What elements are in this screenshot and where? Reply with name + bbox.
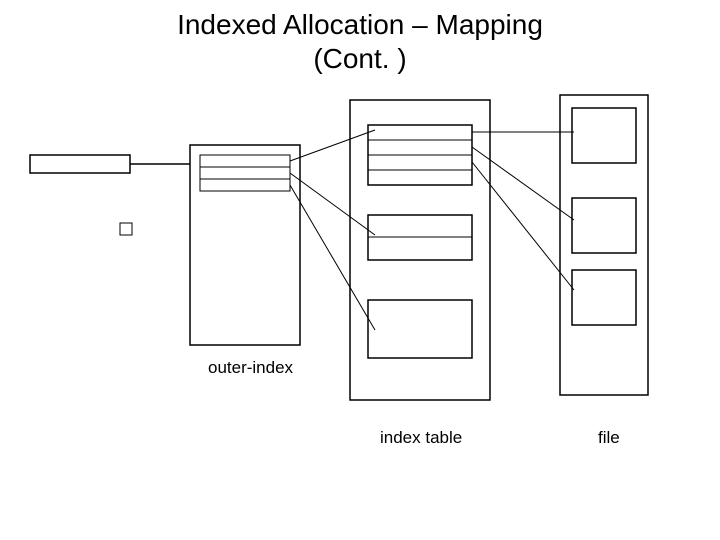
diagram-svg <box>0 0 720 540</box>
outer-index-container <box>190 145 300 345</box>
connector-line <box>472 162 574 290</box>
file-descriptor-box <box>30 155 130 173</box>
index-table-container <box>350 100 490 400</box>
file-container <box>560 95 648 395</box>
file-block <box>572 198 636 253</box>
file-block <box>572 270 636 325</box>
marker-square <box>120 223 132 235</box>
connector-line <box>472 147 574 220</box>
index-table-label: index table <box>380 428 462 448</box>
outer-index-entry <box>200 155 290 167</box>
outer-index-entry <box>200 167 290 179</box>
file-label: file <box>598 428 620 448</box>
file-block <box>572 108 636 163</box>
connector-line <box>290 173 375 235</box>
connector-line <box>290 185 375 330</box>
outer-index-entry <box>200 179 290 191</box>
outer-index-label: outer-index <box>208 358 293 378</box>
connector-line <box>290 130 375 161</box>
index-table-block <box>368 300 472 358</box>
